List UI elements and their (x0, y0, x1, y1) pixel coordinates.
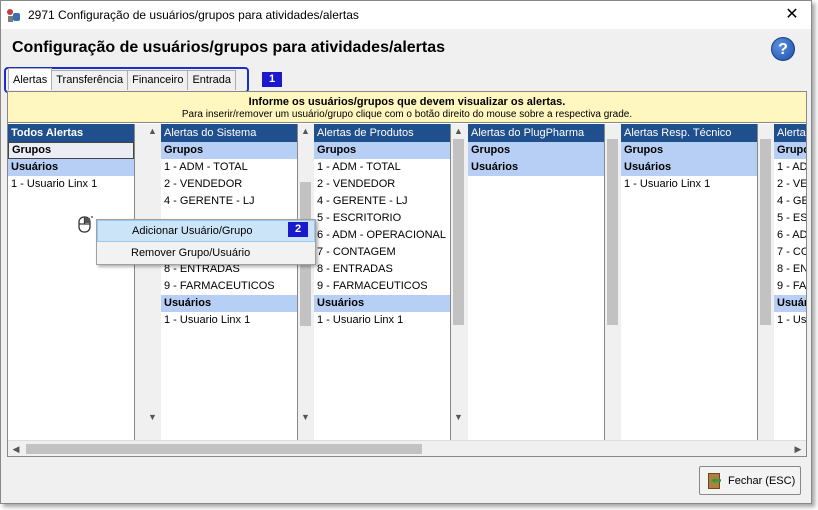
tab-transferencia[interactable]: Transferência (51, 70, 129, 90)
grid-row[interactable]: 9 - FARMACEUTICOS (774, 278, 806, 295)
grid-row[interactable]: 5 - ESCRITORIO (314, 210, 450, 227)
page-title: Configuração de usuários/grupos para ati… (12, 39, 446, 56)
grid-row[interactable]: 4 - GERENTE - LJ (161, 193, 297, 210)
grid-row[interactable]: 8 - ENTRADAS (314, 261, 450, 278)
grid-section-row[interactable]: Usuários (8, 159, 134, 176)
grids-area: Todos Alertas Grupos Usuários 1 - Usuari… (8, 124, 806, 440)
horizontal-scrollbar[interactable]: ◀ ▶ (8, 440, 806, 456)
grid-alertas-plugpharma[interactable]: Alertas do PlugPharma Grupos Usuários (468, 124, 605, 440)
close-button-label: Fechar (ESC) (728, 474, 796, 487)
info-line-1: Informe os usuários/grupos que devem vis… (248, 96, 566, 108)
grid-section-row[interactable]: Usuários (161, 295, 297, 312)
grid-row[interactable]: 9 - FARMACEUTICOS (314, 278, 450, 295)
grid-row[interactable]: 1 - Usuario Linx 1 (8, 176, 134, 193)
grid-section-row[interactable]: Usuários (468, 159, 604, 176)
grid-scrollbar[interactable]: ▲ ▼ (298, 124, 313, 440)
close-button[interactable]: Fechar (ESC) (699, 466, 801, 495)
scroll-left-icon[interactable]: ◀ (8, 441, 24, 457)
close-icon[interactable]: ✕ (779, 3, 805, 27)
grid-header: Alertas do PlugPharma (468, 124, 604, 142)
scroll-right-icon[interactable]: ▶ (790, 441, 806, 457)
grid-section-row[interactable]: Grupos (161, 142, 297, 159)
scroll-up-icon[interactable]: ▲ (298, 124, 313, 139)
tab-financeiro[interactable]: Financeiro (127, 70, 189, 90)
menu-item-adicionar[interactable]: Adicionar Usuário/Grupo (97, 220, 315, 242)
exit-door-icon (708, 472, 722, 489)
grid-header: Alertas de Produtos (314, 124, 450, 142)
grid-section-row[interactable]: Grupos (468, 142, 604, 159)
grid-row[interactable]: 8 - ENTRADAS (774, 261, 806, 278)
step-badge-2: 2 (288, 222, 308, 237)
grid-row[interactable]: 5 - ESCRITORIO (774, 210, 806, 227)
grid-section-row[interactable]: Grupos (8, 142, 134, 159)
grid-row[interactable]: 9 - FARMACEUTICOS (161, 278, 297, 295)
grid-row[interactable]: 1 - Usuario Linx 1 (314, 312, 450, 329)
grid-row[interactable]: 1 - Usuario Linx 1 (774, 312, 806, 329)
scroll-down-icon[interactable]: ▼ (451, 410, 466, 425)
scroll-thumb[interactable] (607, 139, 618, 325)
header: Configuração de usuários/grupos para ati… (1, 29, 811, 67)
grid-section-row[interactable]: Usuários (774, 295, 806, 312)
grid-row[interactable]: 2 - VENDEDOR (774, 176, 806, 193)
mouse-icon (78, 216, 93, 233)
grid-section-row[interactable]: Grupos (314, 142, 450, 159)
grid-row[interactable]: 1 - ADM - TOTAL (161, 159, 297, 176)
context-menu: Adicionar Usuário/Grupo Remover Grupo/Us… (96, 219, 316, 265)
scroll-down-icon[interactable]: ▼ (298, 410, 313, 425)
grid-todos-alertas[interactable]: Todos Alertas Grupos Usuários 1 - Usuari… (8, 124, 135, 440)
grid-alerta-partial[interactable]: Alerta Grupos 1 - ADM - TOTAL 2 - VENDED… (774, 124, 806, 440)
tab-strip: Alertas Transferência Financeiro Entrada (8, 68, 236, 91)
grid-row[interactable]: 4 - GERENTE - LJ (314, 193, 450, 210)
scroll-thumb[interactable] (26, 444, 422, 454)
grid-header: Alertas do Sistema (161, 124, 297, 142)
tab-content: Informe os usuários/grupos que devem vis… (7, 91, 807, 457)
grid-row[interactable]: 1 - ADM - TOTAL (314, 159, 450, 176)
help-icon[interactable]: ? (771, 37, 795, 61)
grid-row[interactable]: 2 - VENDEDOR (161, 176, 297, 193)
grid-row[interactable]: 1 - ADM - TOTAL (774, 159, 806, 176)
grid-scrollbar[interactable] (758, 124, 773, 440)
menu-item-remover[interactable]: Remover Grupo/Usuário (97, 242, 315, 264)
window-title: 2971 Configuração de usuários/grupos par… (28, 8, 359, 22)
grid-section-row[interactable]: Grupos (774, 142, 806, 159)
scroll-thumb[interactable] (760, 139, 771, 325)
scroll-thumb[interactable] (453, 139, 464, 325)
grid-row[interactable]: 6 - ADM - OPERACIONAL (774, 227, 806, 244)
grid-header: Alerta (774, 124, 806, 142)
info-line-2: Para inserir/remover um usuário/grupo cl… (181, 109, 633, 120)
grid-row[interactable]: 1 - Usuario Linx 1 (621, 176, 757, 193)
tab-alertas[interactable]: Alertas (8, 68, 53, 90)
grid-row[interactable]: 4 - GERENTE - LJ (774, 193, 806, 210)
scroll-up-icon[interactable]: ▲ (145, 124, 160, 139)
dialog-window: 2971 Configuração de usuários/grupos par… (0, 0, 812, 504)
grid-row[interactable]: 7 - CONTAGEM (314, 244, 450, 261)
grid-row[interactable]: 1 - Usuario Linx 1 (161, 312, 297, 329)
info-banner: Informe os usuários/grupos que devem vis… (8, 92, 806, 123)
grid-scrollbar[interactable]: ▲ ▼ (451, 124, 466, 440)
grid-scrollbar[interactable] (605, 124, 620, 440)
step-badge-1: 1 (262, 72, 282, 87)
tab-entrada[interactable]: Entrada (187, 70, 236, 90)
grid-row[interactable]: 2 - VENDEDOR (314, 176, 450, 193)
grid-section-row[interactable]: Usuários (314, 295, 450, 312)
grid-row[interactable]: 6 - ADM - OPERACIONAL (314, 227, 450, 244)
title-bar: 2971 Configuração de usuários/grupos par… (1, 1, 811, 29)
grid-header: Alertas Resp. Técnico (621, 124, 757, 142)
grid-row[interactable]: 7 - CONTAGEM (774, 244, 806, 261)
scroll-up-icon[interactable]: ▲ (451, 124, 466, 139)
grid-section-row[interactable]: Usuários (621, 159, 757, 176)
grid-section-row[interactable]: Grupos (621, 142, 757, 159)
scroll-down-icon[interactable]: ▼ (145, 410, 160, 425)
grid-alertas-sistema[interactable]: Alertas do Sistema Grupos 1 - ADM - TOTA… (161, 124, 298, 440)
app-icon (6, 7, 22, 23)
grid-scrollbar[interactable]: ▲ ▼ (145, 124, 160, 440)
grid-header: Todos Alertas (8, 124, 134, 142)
grid-alertas-produtos[interactable]: Alertas de Produtos Grupos 1 - ADM - TOT… (314, 124, 451, 440)
grid-alertas-resp-tecnico[interactable]: Alertas Resp. Técnico Grupos Usuários 1 … (621, 124, 758, 440)
